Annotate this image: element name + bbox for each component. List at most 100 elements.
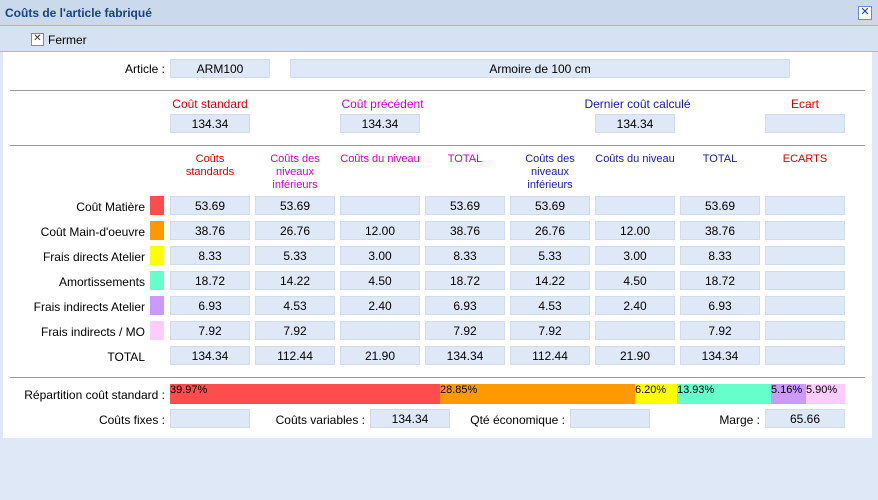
standard-cost-label: Coût standard	[172, 97, 248, 111]
swatch-mo	[150, 221, 164, 240]
separator-3	[10, 377, 865, 378]
cell-frais-indirects-mo-2[interactable]	[340, 321, 420, 340]
ecart-label: Ecart	[790, 97, 819, 111]
cell-total-5[interactable]: 21.90	[595, 346, 675, 365]
cell-mo-0[interactable]: 38.76	[170, 221, 250, 240]
cell-frais-indirects-mo-1[interactable]: 7.92	[255, 321, 335, 340]
cell-amortissements-5[interactable]: 4.50	[595, 271, 675, 290]
cell-frais-directs-6[interactable]: 8.33	[680, 246, 760, 265]
standard-cost-field[interactable]: 134.34	[170, 114, 250, 133]
repartition-label: Répartition coût standard :	[24, 388, 165, 402]
cell-frais-indirects-atelier-3[interactable]: 6.93	[425, 296, 505, 315]
repartition-segment: 5.90%	[806, 384, 845, 404]
row-label-frais-indirects-atelier: Frais indirects Atelier	[33, 300, 145, 314]
cell-amortissements-3[interactable]: 18.72	[425, 271, 505, 290]
previous-cost-field[interactable]: 134.34	[340, 114, 420, 133]
cell-matiere-0[interactable]: 53.69	[170, 196, 250, 215]
cell-frais-directs-1[interactable]: 5.33	[255, 246, 335, 265]
cell-frais-indirects-atelier-0[interactable]: 6.93	[170, 296, 250, 315]
last-computed-cost-label: Dernier coût calculé	[584, 97, 691, 111]
economic-qty-field[interactable]	[570, 409, 650, 428]
cell-frais-indirects-mo-4[interactable]: 7.92	[510, 321, 590, 340]
col-header-prev-total: TOTAL	[447, 153, 483, 165]
swatch-frais-directs	[150, 246, 164, 265]
close-small-icon[interactable]: ✕	[31, 33, 44, 46]
article-description-field[interactable]: Armoire de 100 cm	[290, 59, 790, 78]
close-button[interactable]: Fermer	[48, 33, 87, 47]
cell-frais-indirects-atelier-6[interactable]: 6.93	[680, 296, 760, 315]
cell-frais-indirects-atelier-4[interactable]: 4.53	[510, 296, 590, 315]
cell-mo-5[interactable]: 12.00	[595, 221, 675, 240]
cell-amortissements-6[interactable]: 18.72	[680, 271, 760, 290]
cell-total-3[interactable]: 134.34	[425, 346, 505, 365]
cell-total-1[interactable]: 112.44	[255, 346, 335, 365]
cell-matiere-7[interactable]	[765, 196, 845, 215]
ecart-field[interactable]	[765, 114, 845, 133]
cell-matiere-6[interactable]: 53.69	[680, 196, 760, 215]
cell-frais-directs-2[interactable]: 3.00	[340, 246, 420, 265]
cell-frais-directs-7[interactable]	[765, 246, 845, 265]
cell-frais-directs-5[interactable]: 3.00	[595, 246, 675, 265]
cell-matiere-5[interactable]	[595, 196, 675, 215]
row-label-mo: Coût Main-d'oeuvre	[40, 225, 145, 239]
cell-frais-directs-4[interactable]: 5.33	[510, 246, 590, 265]
row-label-amortissements: Amortissements	[58, 275, 145, 289]
swatch-matiere	[150, 196, 164, 215]
col-header-last-lower: Coûts des niveaux inférieurs	[525, 153, 575, 191]
cell-amortissements-1[interactable]: 14.22	[255, 271, 335, 290]
margin-field[interactable]: 65.66	[765, 409, 845, 428]
cell-mo-2[interactable]: 12.00	[340, 221, 420, 240]
cell-mo-4[interactable]: 26.76	[510, 221, 590, 240]
cell-frais-indirects-atelier-7[interactable]	[765, 296, 845, 315]
cell-frais-indirects-atelier-5[interactable]: 2.40	[595, 296, 675, 315]
article-code-field[interactable]: ARM100	[170, 59, 270, 78]
cell-amortissements-0[interactable]: 18.72	[170, 271, 250, 290]
repartition-segment: 5.16%	[771, 384, 806, 404]
cell-matiere-3[interactable]: 53.69	[425, 196, 505, 215]
cell-frais-indirects-atelier-2[interactable]: 2.40	[340, 296, 420, 315]
cell-amortissements-7[interactable]	[765, 271, 845, 290]
article-label: Article :	[124, 62, 165, 76]
cell-mo-6[interactable]: 38.76	[680, 221, 760, 240]
cell-total-4[interactable]: 112.44	[510, 346, 590, 365]
row-label-matiere: Coût Matière	[76, 200, 145, 214]
last-computed-cost-field[interactable]: 134.34	[595, 114, 675, 133]
cell-total-6[interactable]: 134.34	[680, 346, 760, 365]
cell-matiere-2[interactable]	[340, 196, 420, 215]
cell-frais-indirects-mo-3[interactable]: 7.92	[425, 321, 505, 340]
cell-frais-indirects-mo-7[interactable]	[765, 321, 845, 340]
swatch-frais-indirects-atelier	[150, 296, 164, 315]
repartition-segment: 6.20%	[635, 384, 677, 404]
repartition-segment: 13.93%	[677, 384, 771, 404]
cell-mo-3[interactable]: 38.76	[425, 221, 505, 240]
cell-frais-indirects-mo-5[interactable]	[595, 321, 675, 340]
row-label-frais-directs: Frais directs Atelier	[42, 250, 145, 264]
cell-amortissements-4[interactable]: 14.22	[510, 271, 590, 290]
separator-1	[10, 90, 865, 91]
cell-frais-indirects-mo-0[interactable]: 7.92	[170, 321, 250, 340]
cell-frais-indirects-atelier-1[interactable]: 4.53	[255, 296, 335, 315]
previous-cost-label: Coût précédent	[341, 97, 424, 111]
col-header-standard: Coûts standards	[185, 153, 235, 178]
swatch-frais-indirects-mo	[150, 321, 164, 340]
cell-amortissements-2[interactable]: 4.50	[340, 271, 420, 290]
col-header-prev-lower: Coûts des niveaux inférieurs	[270, 153, 320, 191]
cell-matiere-1[interactable]: 53.69	[255, 196, 335, 215]
cell-mo-7[interactable]	[765, 221, 845, 240]
variable-costs-field[interactable]: 134.34	[370, 409, 450, 428]
cell-total-7[interactable]	[765, 346, 845, 365]
row-label-frais-indirects-mo: Frais indirects / MO	[40, 325, 145, 339]
col-header-ecarts: ECARTS	[782, 153, 828, 165]
separator-2	[10, 145, 865, 146]
cell-total-2[interactable]: 21.90	[340, 346, 420, 365]
cell-total-0[interactable]: 134.34	[170, 346, 250, 365]
fixed-costs-field[interactable]	[170, 409, 250, 428]
cell-mo-1[interactable]: 26.76	[255, 221, 335, 240]
cell-frais-indirects-mo-6[interactable]: 7.92	[680, 321, 760, 340]
cell-frais-directs-0[interactable]: 8.33	[170, 246, 250, 265]
margin-label: Marge :	[719, 413, 760, 427]
cell-matiere-4[interactable]: 53.69	[510, 196, 590, 215]
col-header-last-level: Coûts du niveau	[595, 153, 675, 165]
cell-frais-directs-3[interactable]: 8.33	[425, 246, 505, 265]
close-icon[interactable]: ✕	[858, 6, 872, 20]
